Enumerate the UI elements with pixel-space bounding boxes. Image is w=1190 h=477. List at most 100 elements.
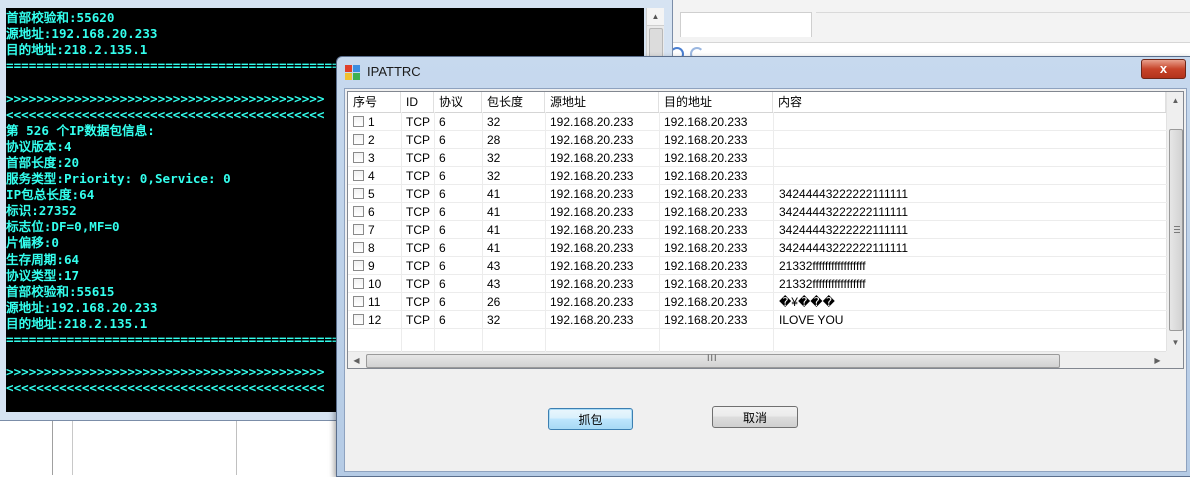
column-header[interactable]: ID xyxy=(401,92,434,112)
table-cell: 192.168.20.233 xyxy=(664,277,748,291)
console-line: 第 526 个IP数据包信息: xyxy=(6,122,155,138)
dialog-client-area: 序号 ID 协议 包长度 源地址 目的地址 内容 ▲ ▼ ◀ III ▶ 1 TCP 6 32 19… xyxy=(344,88,1187,472)
table-row[interactable]: 8 TCP 6 41 192.168.20.233 192.168.20.233 34244… xyxy=(348,239,1168,257)
table-cell: 34244443222222111111 xyxy=(779,187,909,201)
column-header[interactable]: 目的地址 xyxy=(659,92,773,112)
column-header[interactable]: 序号 xyxy=(348,92,401,112)
grid-line xyxy=(348,328,1168,329)
table-cell: 192.168.20.233 xyxy=(664,115,748,129)
table-row[interactable]: 9 TCP 6 43 192.168.20.233 192.168.20.233 21332… xyxy=(348,257,1168,275)
background-editor-bottom xyxy=(0,420,340,475)
table-cell: 6 xyxy=(439,151,446,165)
row-checkbox[interactable] xyxy=(353,260,364,271)
table-cell: 192.168.20.233 xyxy=(664,313,748,327)
list-header: 序号 ID 协议 包长度 源地址 目的地址 内容 xyxy=(348,92,1183,113)
row-checkbox[interactable] xyxy=(353,188,364,199)
table-row[interactable]: 11 TCP 6 26 192.168.20.233 192.168.20.233 �¥��… xyxy=(348,293,1168,311)
table-cell: 2 xyxy=(368,133,375,147)
table-cell: TCP xyxy=(406,187,430,201)
row-checkbox[interactable] xyxy=(353,152,364,163)
table-cell: 192.168.20.233 xyxy=(550,259,634,273)
table-cell: TCP xyxy=(406,205,430,219)
table-cell: 192.168.20.233 xyxy=(550,295,634,309)
column-header[interactable]: 协议 xyxy=(434,92,482,112)
table-cell: 6 xyxy=(439,187,446,201)
table-cell: 192.168.20.233 xyxy=(664,133,748,147)
console-line: 首部长度:20 xyxy=(6,154,80,170)
table-row[interactable]: 5 TCP 6 41 192.168.20.233 192.168.20.233 34244… xyxy=(348,185,1168,203)
packet-list[interactable]: 序号 ID 协议 包长度 源地址 目的地址 内容 ▲ ▼ ◀ III ▶ 1 TCP 6 32 19… xyxy=(347,91,1184,369)
scroll-up-arrow-icon[interactable]: ▲ xyxy=(1167,92,1183,109)
close-button[interactable]: x xyxy=(1141,59,1186,79)
table-row[interactable]: 7 TCP 6 41 192.168.20.233 192.168.20.233 34244… xyxy=(348,221,1168,239)
cancel-button[interactable]: 取消 xyxy=(712,406,798,428)
console-line: 首部校验和:55620 xyxy=(6,10,115,25)
table-row[interactable]: 2 TCP 6 28 192.168.20.233 192.168.20.233 xyxy=(348,131,1168,149)
table-cell: TCP xyxy=(406,169,430,183)
list-vertical-scrollbar[interactable]: ▲ ▼ xyxy=(1166,92,1183,351)
table-cell: 192.168.20.233 xyxy=(664,151,748,165)
background-tab-strip xyxy=(816,12,1190,13)
table-cell: 192.168.20.233 xyxy=(550,151,634,165)
table-cell: 10 xyxy=(368,277,382,291)
table-cell: 21332fffffffffffffffff xyxy=(779,277,866,291)
table-row[interactable]: 10 TCP 6 43 192.168.20.233 192.168.20.233 2133… xyxy=(348,275,1168,293)
console-line: <<<<<<<<<<<<<<<<<<<<<<<<<<<<<<<<<<<<<<<<… xyxy=(6,106,325,122)
divider xyxy=(236,420,237,475)
table-cell: 32 xyxy=(487,169,501,183)
table-cell: 12 xyxy=(368,313,382,327)
table-cell: TCP xyxy=(406,277,430,291)
column-header[interactable]: 包长度 xyxy=(482,92,545,112)
table-row[interactable]: 4 TCP 6 32 192.168.20.233 192.168.20.233 xyxy=(348,167,1168,185)
row-checkbox[interactable] xyxy=(353,206,364,217)
scroll-up-arrow-icon[interactable]: ▲ xyxy=(647,8,664,26)
scroll-down-arrow-icon[interactable]: ▼ xyxy=(1167,334,1183,351)
column-header[interactable]: 内容 xyxy=(773,92,1166,112)
table-cell: 43 xyxy=(487,259,501,273)
console-line: 标识:27352 xyxy=(6,203,77,219)
scroll-left-arrow-icon[interactable]: ◀ xyxy=(348,352,365,368)
table-cell: 41 xyxy=(487,187,501,201)
table-cell: TCP xyxy=(406,259,430,273)
table-cell: 41 xyxy=(487,241,501,255)
table-row[interactable]: 12 TCP 6 32 192.168.20.233 192.168.20.233 ILOV… xyxy=(348,311,1168,329)
table-row[interactable]: 3 TCP 6 32 192.168.20.233 192.168.20.233 xyxy=(348,149,1168,167)
console-line: 源地址:192.168.20.233 xyxy=(6,26,158,42)
horizontal-scroll-thumb[interactable]: III xyxy=(366,353,1060,368)
row-checkbox[interactable] xyxy=(353,314,364,325)
row-checkbox[interactable] xyxy=(353,170,364,181)
grip-line xyxy=(1174,229,1180,230)
table-cell: 6 xyxy=(439,277,446,291)
row-checkbox[interactable] xyxy=(353,134,364,145)
table-row[interactable]: 6 TCP 6 41 192.168.20.233 192.168.20.233 34244… xyxy=(348,203,1168,221)
table-row[interactable]: 1 TCP 6 32 192.168.20.233 192.168.20.233 xyxy=(348,113,1168,131)
background-tab[interactable] xyxy=(680,12,812,37)
table-cell: 32 xyxy=(487,115,501,129)
table-cell: 8 xyxy=(368,241,375,255)
table-cell: 6 xyxy=(439,169,446,183)
table-cell: 192.168.20.233 xyxy=(550,223,634,237)
scroll-right-arrow-icon[interactable]: ▶ xyxy=(1149,352,1166,368)
table-cell: 6 xyxy=(439,295,446,309)
vertical-scroll-thumb[interactable] xyxy=(1169,129,1183,331)
row-checkbox[interactable] xyxy=(353,296,364,307)
console-line: <<<<<<<<<<<<<<<<<<<<<<<<<<<<<<<<<<<<<<<<… xyxy=(6,380,325,396)
column-header[interactable]: 源地址 xyxy=(545,92,659,112)
row-checkbox[interactable] xyxy=(353,278,364,289)
console-line: 片偏移:0 xyxy=(6,235,59,251)
console-line: 协议版本:4 xyxy=(6,138,72,154)
divider xyxy=(72,420,73,475)
scroll-corner xyxy=(1166,351,1183,368)
grip-line xyxy=(1174,232,1180,233)
table-cell: 26 xyxy=(487,295,501,309)
row-checkbox[interactable] xyxy=(353,116,364,127)
table-cell: 192.168.20.233 xyxy=(664,295,748,309)
row-checkbox[interactable] xyxy=(353,224,364,235)
table-cell: 6 xyxy=(439,259,446,273)
list-horizontal-scrollbar[interactable]: ◀ III ▶ xyxy=(348,351,1166,368)
table-cell: TCP xyxy=(406,115,430,129)
console-line: 标志位:DF=0,MF=0 xyxy=(6,219,120,235)
row-checkbox[interactable] xyxy=(353,242,364,253)
capture-button[interactable]: 抓包 xyxy=(548,408,633,430)
console-line: 源地址:192.168.20.233 xyxy=(6,299,158,315)
